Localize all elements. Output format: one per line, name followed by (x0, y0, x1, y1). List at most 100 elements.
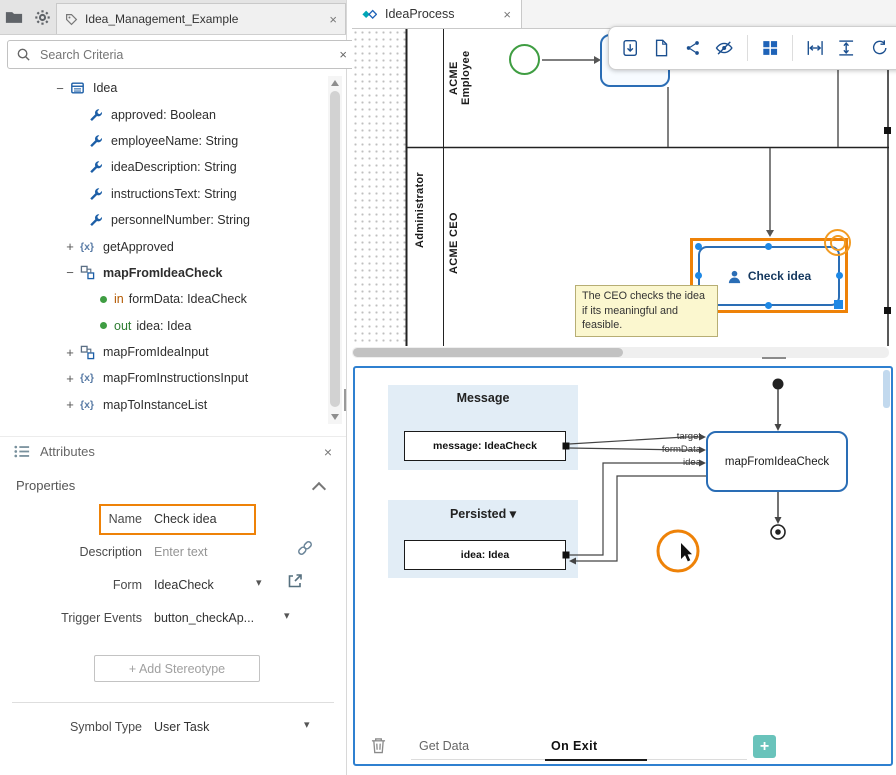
parameter-direction: in (114, 292, 124, 306)
message-variable-box[interactable]: message: IdeaCheck (404, 431, 566, 461)
trigger-events-dropdown-caret[interactable]: ▾ (284, 609, 290, 622)
tree-item-operation[interactable]: + {x} mapFromInstructionsInput (0, 365, 324, 391)
selection-handle[interactable] (765, 302, 772, 309)
tree-item-parameter[interactable]: in formData: IdeaCheck (0, 286, 324, 312)
expand-toggle[interactable]: + (62, 371, 78, 386)
canvas-toolbar (608, 26, 896, 70)
mapping-icon (78, 265, 96, 280)
folder-button[interactable] (0, 2, 28, 32)
collapse-toggle[interactable]: − (62, 265, 78, 280)
tree-item-mapping[interactable]: + mapFromIdeaInput (0, 339, 324, 365)
tree-item-idea[interactable]: − Idea (0, 75, 324, 101)
gear-icon (34, 9, 51, 26)
share-icon[interactable] (684, 37, 702, 59)
tree-item-attribute[interactable]: personnelNumber: String (0, 207, 324, 233)
divider (12, 702, 334, 703)
persisted-group-title[interactable]: Persisted ▾ (388, 506, 578, 521)
delete-button[interactable] (371, 737, 386, 754)
search-input[interactable] (38, 47, 332, 63)
tree-item-operation[interactable]: + {x} getApproved (0, 233, 324, 259)
description-value[interactable]: Enter text (154, 545, 208, 559)
expand-toggle[interactable]: + (62, 345, 78, 360)
tree-item-parameter[interactable]: out idea: Idea (0, 313, 324, 339)
grid-icon[interactable] (761, 37, 779, 59)
tab-on-exit[interactable]: On Exit (551, 739, 598, 753)
active-tab-underline (545, 759, 647, 761)
task-shape[interactable]: Check idea (698, 246, 840, 306)
canvas-horizontal-scrollbar[interactable] (352, 347, 889, 358)
port-label-formdata: formData (613, 444, 701, 455)
search-icon (16, 47, 31, 62)
mapping-node-mapfromideacheck[interactable]: mapFromIdeaCheck (706, 431, 848, 492)
tab-get-data[interactable]: Get Data (419, 739, 469, 753)
properties-section: Properties Name Check idea Description E… (0, 470, 346, 770)
scroll-down-button[interactable] (331, 414, 339, 420)
symbol-type-dropdown-caret[interactable]: ▾ (304, 718, 310, 731)
port-label-target: target (613, 431, 701, 442)
explorer-tab-label: Idea_Management_Example (85, 12, 238, 26)
distribute-vertical-icon[interactable] (837, 37, 855, 59)
selection-handle[interactable] (836, 272, 843, 279)
distribute-horizontal-icon[interactable] (806, 37, 824, 59)
tree-item-attribute[interactable]: employeeName: String (0, 128, 324, 154)
description-label: Description (0, 545, 142, 559)
attributes-panel-close-button[interactable]: × (324, 444, 332, 460)
name-value[interactable]: Check idea (154, 512, 217, 526)
braces-icon: {x} (78, 372, 96, 384)
caret-down-icon[interactable]: ▾ (510, 507, 516, 521)
selection-handle[interactable] (695, 243, 702, 250)
tree-item-label: mapFromIdeaCheck (103, 266, 222, 280)
add-stereotype-button[interactable]: + Add Stereotype (94, 655, 260, 682)
tab-close-button[interactable]: × (503, 7, 511, 22)
selection-handle[interactable] (765, 243, 772, 250)
tag-icon (65, 13, 78, 26)
tree-item-attribute[interactable]: ideaDescription: String (0, 154, 324, 180)
start-event[interactable] (509, 44, 540, 75)
scroll-up-button[interactable] (331, 80, 339, 86)
form-dropdown-caret[interactable]: ▾ (256, 576, 262, 589)
tree-item-label: mapFromInstructionsInput (103, 371, 248, 385)
tree-item-mapping-selected[interactable]: − mapFromIdeaCheck (0, 260, 324, 286)
selection-handle[interactable] (695, 272, 702, 279)
tree-item-label: Idea (93, 81, 117, 95)
clear-search-button[interactable]: × (339, 47, 347, 62)
scrollbar-thumb[interactable] (330, 91, 340, 407)
bpmn-canvas[interactable]: ACME Employee Administrator ACME CEO Che… (352, 29, 896, 346)
attributes-panel-header: Attributes × (0, 436, 346, 466)
parameter-dot-icon (100, 322, 107, 329)
symbol-type-value[interactable]: User Task (154, 720, 209, 734)
refresh-icon[interactable] (869, 37, 887, 59)
scrollbar-thumb[interactable] (353, 348, 623, 357)
properties-title[interactable]: Properties (16, 478, 75, 493)
mapping-scrollbar[interactable] (883, 370, 890, 408)
expand-toggle[interactable]: + (62, 397, 78, 412)
resize-handle[interactable] (834, 300, 843, 309)
tab-ideaprocess[interactable]: IdeaProcess × (352, 0, 522, 28)
search-box: × (7, 40, 356, 69)
chevron-up-icon[interactable] (312, 482, 326, 496)
collapse-toggle[interactable]: − (52, 81, 68, 96)
hide-icon[interactable] (715, 37, 733, 59)
folder-icon (5, 10, 23, 25)
expand-toggle[interactable]: + (62, 239, 78, 254)
annotation-note[interactable]: The CEO checks the idea if its meaningfu… (575, 285, 718, 337)
tree-item-attribute[interactable]: instructionsText: String (0, 181, 324, 207)
attributes-panel-title: Attributes (40, 444, 95, 459)
explorer-tab[interactable]: Idea_Management_Example × (56, 3, 346, 34)
settings-button[interactable] (28, 2, 56, 32)
idea-variable-box[interactable]: idea: Idea (404, 540, 566, 570)
trigger-events-value[interactable]: button_checkAp... (154, 611, 254, 625)
link-icon[interactable] (296, 539, 314, 557)
open-external-icon[interactable] (287, 573, 303, 589)
boundary-event-highlight-inner (830, 235, 846, 251)
mapping-editor-panel[interactable]: Message message: IdeaCheck Persisted ▾ i… (353, 366, 893, 766)
import-document-icon[interactable] (621, 37, 639, 59)
document-icon[interactable] (652, 37, 670, 59)
tree-scrollbar[interactable] (328, 76, 342, 424)
wrench-icon (86, 108, 104, 122)
tree-item-attribute[interactable]: approved: Boolean (0, 101, 324, 127)
form-value[interactable]: IdeaCheck (154, 578, 214, 592)
add-tab-button[interactable]: + (753, 735, 776, 758)
tree-item-operation[interactable]: + {x} mapToInstanceList (0, 392, 324, 418)
explorer-tab-close-button[interactable]: × (329, 12, 337, 27)
